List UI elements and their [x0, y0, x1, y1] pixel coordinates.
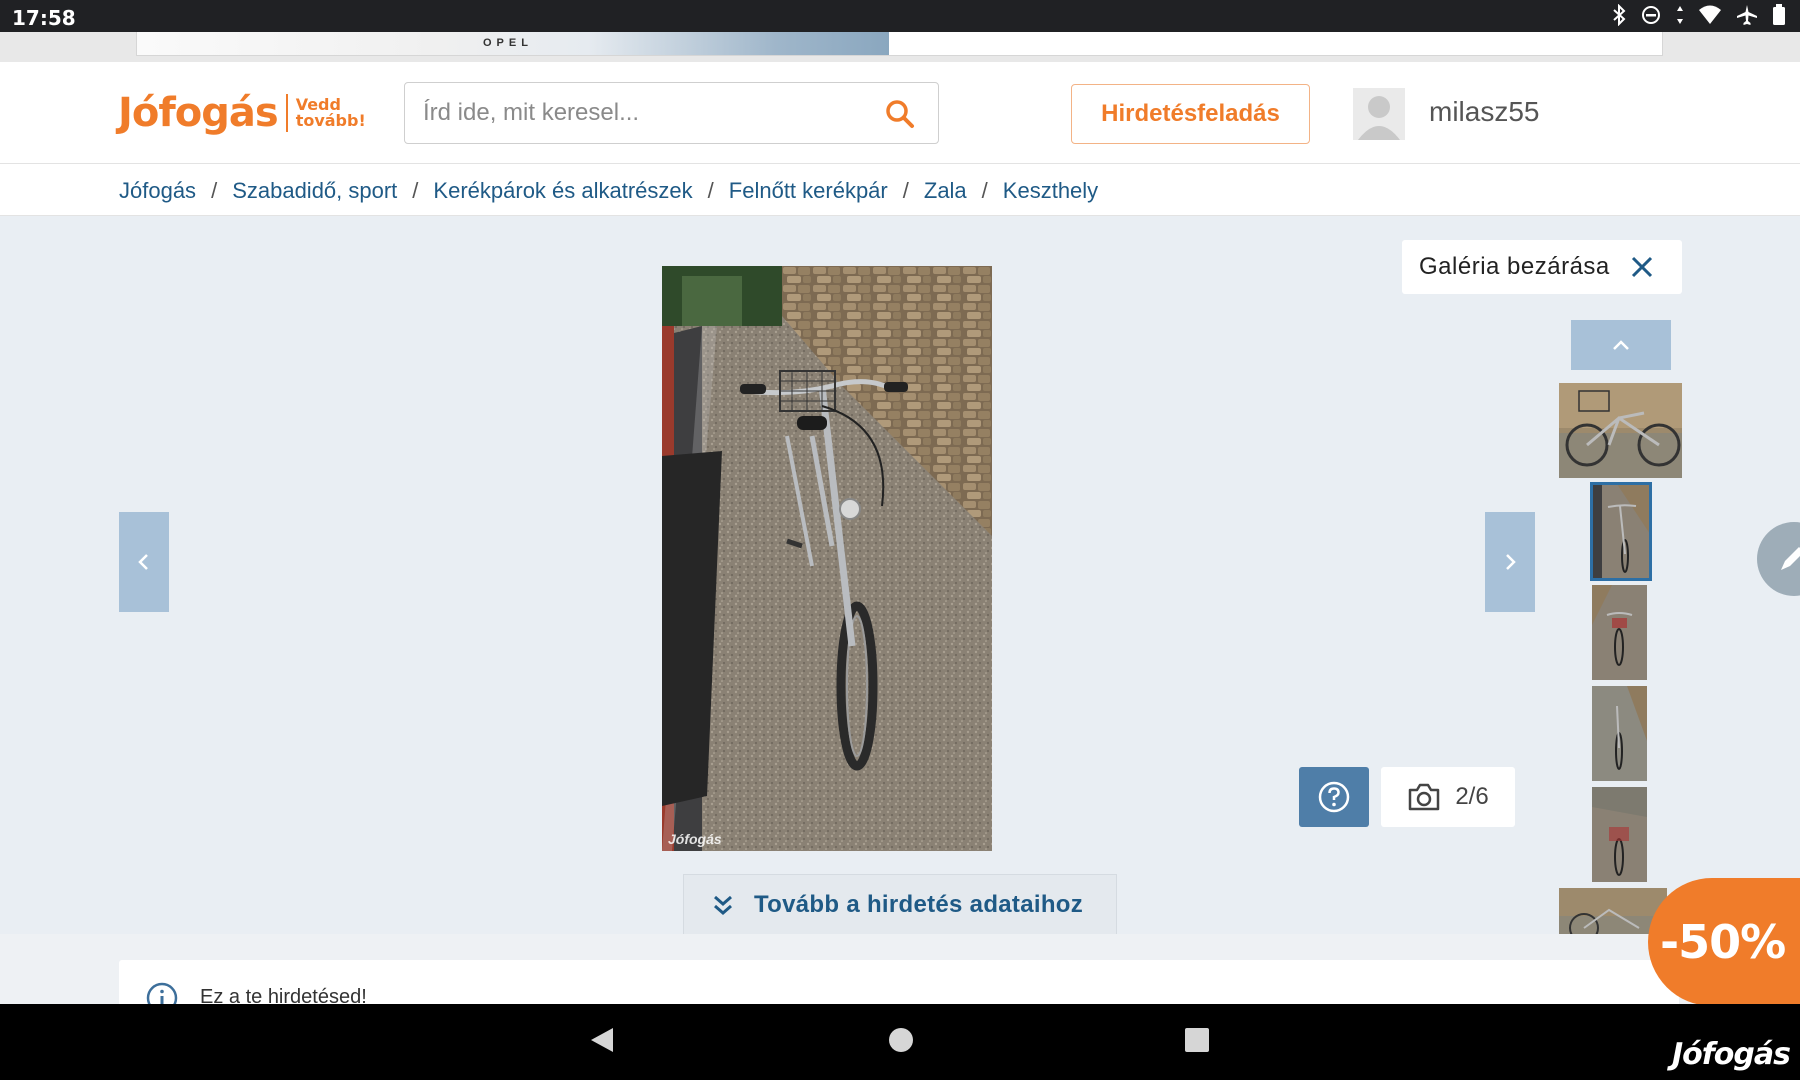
site-logo[interactable]: Jófogás Vedd tovább!: [118, 90, 366, 136]
system-navigation-bar: [0, 1004, 1800, 1080]
camera-icon: [1409, 783, 1440, 811]
airplane-icon: [1737, 5, 1757, 25]
battery-icon: [1773, 4, 1785, 25]
help-button[interactable]: [1299, 767, 1369, 827]
edit-button[interactable]: [1757, 522, 1800, 596]
site-header: Jófogás Vedd tovább! Hirdetésfeladás mil…: [0, 62, 1800, 164]
ad-banner-strip: OPEL: [0, 32, 1800, 62]
search-icon[interactable]: [884, 98, 916, 135]
back-triangle-icon: [591, 1028, 613, 1052]
breadcrumb-separator: /: [412, 178, 419, 203]
breadcrumb-trail: Jófogás / Szabadidő, sport / Kerékpárok …: [119, 178, 1098, 204]
avatar[interactable]: [1353, 88, 1405, 140]
breadcrumb-item-leisure[interactable]: Szabadidő, sport: [232, 178, 397, 204]
discount-badge[interactable]: -50%: [1648, 878, 1800, 1006]
own-ad-notice: Ez a te hirdetésed!: [119, 960, 1679, 1010]
photo-counter-text: 2/6: [1455, 783, 1489, 810]
search-input[interactable]: [423, 97, 863, 129]
breadcrumb-item-adult-bike[interactable]: Felnőtt kerékpár: [729, 178, 888, 204]
bike-front-photo: [1592, 484, 1650, 579]
pencil-icon: [1781, 547, 1800, 570]
breadcrumb-item-home[interactable]: Jófogás: [119, 178, 196, 204]
wifi-icon: [1699, 5, 1721, 24]
previous-photo-button[interactable]: [119, 512, 169, 612]
bluetooth-icon: [1613, 4, 1626, 26]
chevron-right-icon: [1506, 554, 1516, 570]
breadcrumb-separator: /: [707, 178, 714, 203]
breadcrumb-separator: /: [211, 178, 218, 203]
home-circle-icon: [889, 1028, 913, 1052]
post-ad-button[interactable]: Hirdetésfeladás: [1071, 84, 1310, 144]
question-icon: [1318, 781, 1350, 813]
breadcrumb-separator: /: [902, 178, 909, 203]
clock: 17:58: [12, 6, 76, 30]
logo-tagline: Vedd tovább!: [296, 97, 366, 129]
home-button[interactable]: [888, 1026, 914, 1059]
username[interactable]: milasz55: [1429, 96, 1539, 128]
search-box: [404, 82, 939, 144]
thumbnail-3[interactable]: [1592, 585, 1647, 680]
photo-counter: 2/6: [1381, 767, 1515, 827]
thumbnail-4[interactable]: [1592, 686, 1647, 781]
logo-divider: [285, 94, 288, 132]
thumbnails-scroll-up-button[interactable]: [1571, 320, 1671, 370]
more-details-button[interactable]: Tovább a hirdetés adataihoz: [683, 874, 1117, 934]
breadcrumb-separator: /: [981, 178, 988, 203]
breadcrumb-item-bicycles[interactable]: Kerékpárok és alkatrészek: [433, 178, 692, 204]
photo-gallery: Jófogás Galéria bezárása 2/6 Tovább a hi…: [0, 216, 1800, 934]
close-gallery-label: Galéria bezárása: [1419, 253, 1610, 280]
bike-side-photo: [1559, 383, 1682, 478]
double-chevron-down-icon: [714, 895, 732, 915]
bike-basket-photo: [1592, 787, 1647, 882]
logo-name: Jófogás: [118, 90, 279, 136]
bicycle-photo: [662, 266, 992, 851]
thumbnail-2[interactable]: [1590, 482, 1652, 581]
thumbnail-1[interactable]: [1559, 383, 1682, 478]
ad-banner[interactable]: OPEL: [136, 32, 1663, 56]
photo-watermark: Jófogás: [668, 831, 722, 847]
thumbnail-5[interactable]: [1592, 787, 1647, 882]
close-icon: [1631, 256, 1652, 278]
data-arrows-icon: [1677, 6, 1683, 24]
recent-square-icon: [1185, 1028, 1209, 1052]
close-gallery-button[interactable]: Galéria bezárása: [1402, 240, 1682, 294]
bike-back-photo: [1592, 585, 1647, 680]
ad-brand-text: OPEL: [483, 37, 533, 49]
ad-details-section: Ez a te hirdetésed!: [0, 934, 1800, 1010]
status-bar: 17:58: [0, 0, 1800, 32]
user-icon: [1358, 96, 1400, 140]
chevron-up-icon: [1613, 340, 1629, 350]
bike-front-2-photo: [1592, 686, 1647, 781]
main-photo[interactable]: Jófogás: [662, 266, 992, 851]
back-button[interactable]: [589, 1026, 615, 1059]
breadcrumb: Jófogás / Szabadidő, sport / Kerékpárok …: [0, 164, 1800, 216]
breadcrumb-item-county[interactable]: Zala: [924, 178, 967, 204]
next-photo-button[interactable]: [1485, 512, 1535, 612]
breadcrumb-item-city[interactable]: Keszthely: [1003, 178, 1098, 204]
corner-watermark-logo: Jófogás: [1671, 1037, 1791, 1072]
logo-tagline-line2: tovább!: [295, 111, 366, 130]
chevron-left-icon: [138, 554, 148, 570]
recent-apps-button[interactable]: [1184, 1026, 1210, 1059]
dnd-icon: [1642, 6, 1660, 24]
status-icons: [1612, 4, 1786, 26]
more-details-label: Tovább a hirdetés adataihoz: [754, 890, 1084, 918]
